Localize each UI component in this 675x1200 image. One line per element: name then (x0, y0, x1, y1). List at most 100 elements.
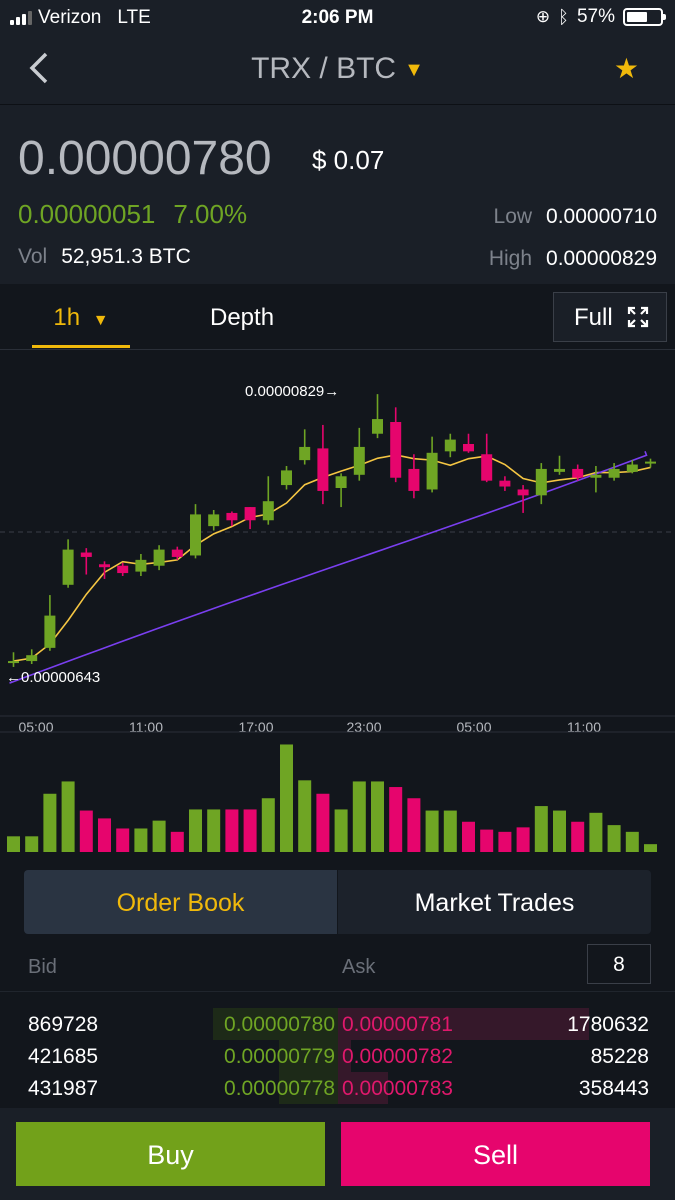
bluetooth-icon: ᛒ (558, 6, 569, 27)
caret-down-icon: ▼ (92, 312, 109, 329)
volume-bar (498, 831, 512, 852)
volume-bar (7, 836, 20, 852)
tab-market-trades[interactable]: Market Trades (337, 870, 651, 934)
star-icon[interactable]: ★ (614, 52, 639, 85)
pair-selector[interactable]: TRX / BTC ▼ (0, 52, 675, 86)
volume-bar (316, 793, 330, 852)
price-chart[interactable]: 05:00 11:00 17:00 23:00 05:00 11:00 0.0000082… (0, 350, 675, 870)
high-label: High (488, 247, 533, 270)
bid-qty: 421685 (28, 1045, 99, 1068)
ask-price: 0.00000783 (342, 1077, 453, 1100)
volume-bar (516, 827, 530, 852)
volume-bar (371, 781, 384, 852)
volume-bar (280, 744, 293, 852)
chart-tabs: 1h ▼ Depth Full (0, 284, 675, 350)
ask-label: Ask (342, 956, 376, 978)
x-tick-label: 11:00 (567, 719, 601, 735)
rotation-lock-icon: ⊕ (535, 7, 551, 26)
volume-bar (243, 809, 257, 852)
volume-bar (625, 831, 639, 852)
sell-button[interactable]: Sell (341, 1122, 650, 1186)
orderbook-row[interactable]: 421685 0.00000779 0.00000782 85228 (0, 1040, 675, 1072)
ask-qty: 85228 (590, 1045, 649, 1068)
change-amount: 0.00000051 (18, 199, 156, 229)
full-button[interactable]: Full (553, 292, 667, 342)
full-label: Full (574, 304, 613, 331)
volume-bar (25, 836, 39, 852)
volume-bar (571, 821, 585, 852)
volume-bar (425, 810, 439, 852)
price-change: 0.00000051 7.00% (18, 199, 247, 230)
volume-bar (189, 809, 202, 852)
high-annotation: 0.00000829→ (245, 383, 339, 400)
volume-bar (116, 828, 130, 852)
x-tick-label: 05:00 (18, 719, 53, 735)
bid-label: Bid (28, 956, 57, 978)
volume-bar (207, 809, 221, 852)
x-tick-label: 05:00 (456, 719, 491, 735)
pair-title: TRX / BTC (251, 52, 397, 85)
low-annotation: ←0.00000643 (6, 669, 100, 686)
ask-qty: 1780632 (567, 1013, 649, 1036)
volume-bar (61, 781, 75, 852)
volume-bar (589, 812, 603, 852)
depth-selector[interactable]: 8 (587, 944, 651, 984)
volume: Vol 52,951.3 BTC (18, 245, 191, 269)
tab-interval[interactable]: 1h ▼ (32, 284, 130, 348)
status-right: ⊕ ᛒ 57% (535, 6, 666, 28)
action-bar: Buy Sell (0, 1108, 675, 1200)
volume-bar (152, 820, 166, 852)
volume-bar (534, 806, 548, 852)
volume-bar (225, 809, 239, 852)
volume-bar (43, 793, 57, 852)
caret-down-icon: ▼ (404, 58, 424, 81)
volume-bar (170, 831, 184, 852)
nav-bar: TRX / BTC ▼ ★ (0, 36, 675, 104)
x-tick-label: 17:00 (238, 719, 273, 735)
volume-bar (134, 828, 148, 852)
high-price: High 0.00000829 (489, 247, 657, 271)
ask-price: 0.00000781 (342, 1013, 453, 1036)
tab-order-book[interactable]: Order Book (24, 870, 337, 934)
ask-price: 0.00000782 (342, 1045, 453, 1068)
volume-bar (334, 809, 348, 852)
bid-qty: 869728 (28, 1013, 99, 1036)
ticker-header: 0.00000780 $ 0.07 0.00000051 7.00% Vol 52,… (0, 104, 675, 284)
volume-bar (352, 781, 366, 852)
bid-price: 0.00000779 (224, 1045, 335, 1068)
volume-bar (644, 844, 657, 852)
volume-bar (79, 810, 93, 852)
vol-label: Vol (18, 245, 48, 268)
bid-price: 0.00000778 (224, 1077, 335, 1100)
tab-depth[interactable]: Depth (210, 304, 274, 332)
low-price: Low 0.00000710 (494, 205, 657, 229)
expand-icon (628, 306, 649, 328)
volume-bar (298, 780, 312, 852)
volume-bar (389, 787, 403, 852)
low-label: Low (493, 205, 533, 228)
high-value: 0.00000829 (546, 247, 657, 270)
interval-label: 1h (53, 304, 81, 331)
x-tick-label: 11:00 (129, 719, 163, 735)
change-percent: 7.00% (173, 199, 248, 229)
buy-button[interactable]: Buy (16, 1122, 325, 1186)
volume-bar (443, 810, 457, 852)
volume-bar (261, 798, 275, 852)
bid-price: 0.00000780 (224, 1013, 335, 1036)
volume-bar (462, 821, 475, 852)
battery-icon (623, 8, 666, 26)
orderbook-tabs: Order Book Market Trades (24, 870, 651, 934)
orderbook-row[interactable]: 431987 0.00000778 0.00000783 358443 (0, 1072, 675, 1104)
orderbook-row[interactable]: 869728 0.00000780 0.00000781 1780632 (0, 1008, 675, 1040)
volume-bar (553, 810, 566, 852)
volume-bar (607, 825, 621, 852)
low-value: 0.00000710 (546, 205, 657, 228)
bid-qty: 431987 (28, 1077, 99, 1100)
usd-price: $ 0.07 (312, 145, 385, 175)
battery-percent: 57% (576, 6, 615, 27)
ask-qty: 358443 (578, 1077, 649, 1100)
x-tick-label: 23:00 (346, 719, 381, 735)
orderbook-header: Bid Ask 8 (0, 944, 675, 992)
volume-bar (407, 798, 421, 852)
status-bar: Verizon LTE 2:06 PM ⊕ ᛒ 57% (0, 0, 675, 36)
